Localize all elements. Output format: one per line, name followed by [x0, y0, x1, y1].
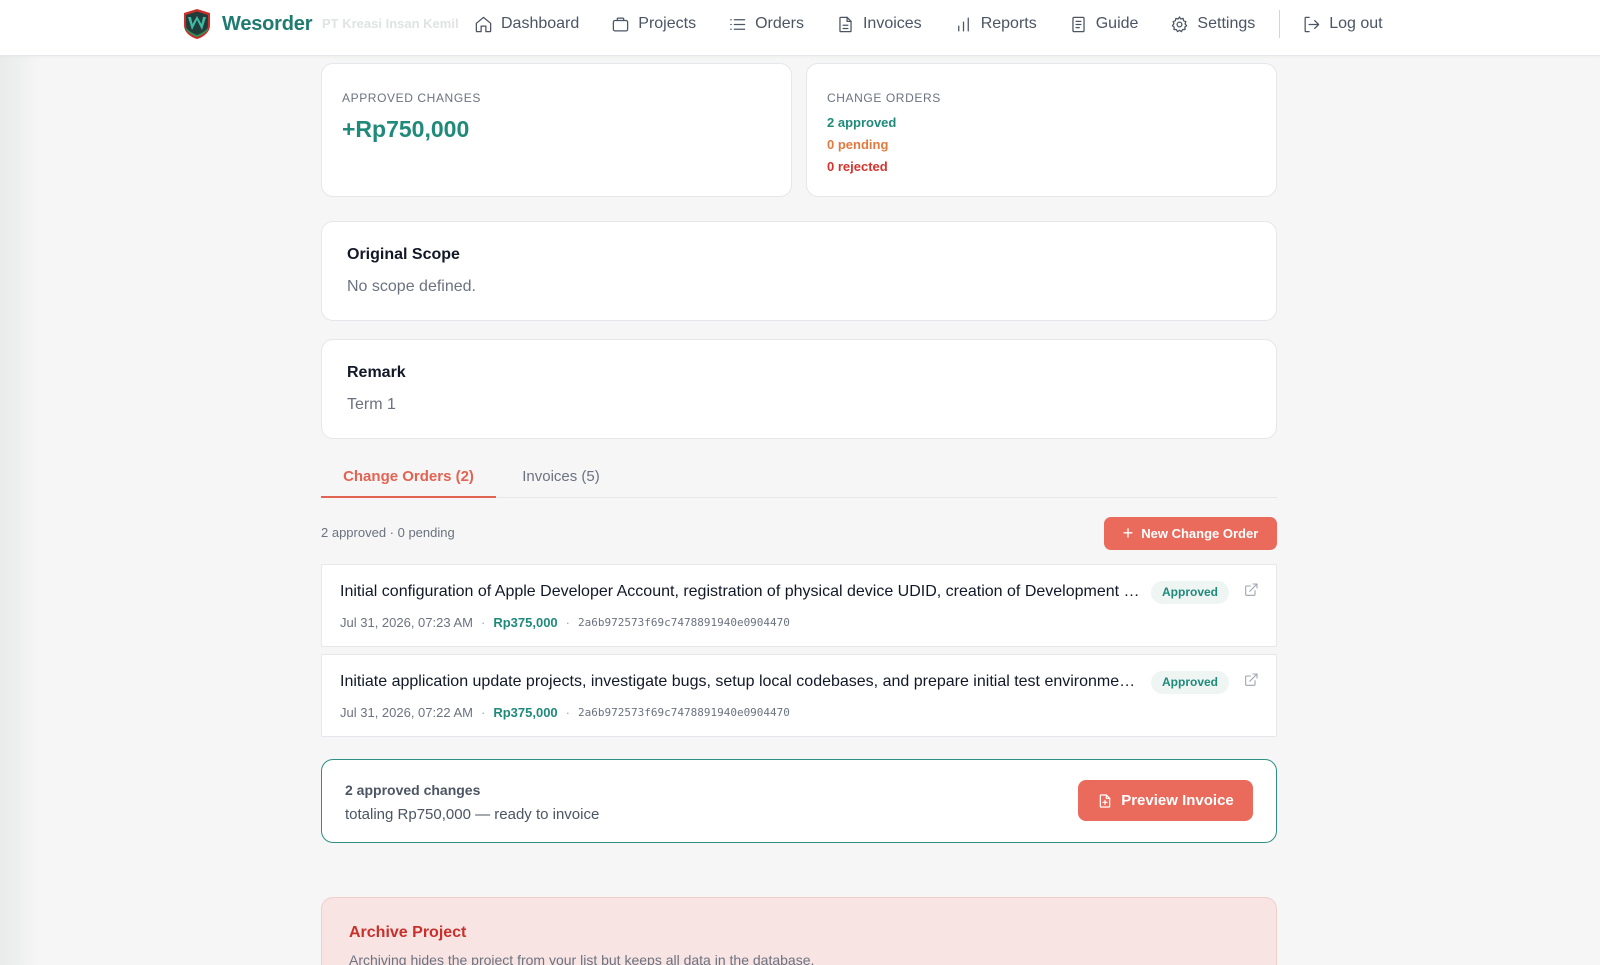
list-icon: [730, 18, 746, 30]
status-badge: Approved: [1151, 581, 1230, 604]
separator-dot: ·: [565, 705, 570, 720]
status-badge: Approved: [1151, 671, 1230, 694]
nav-dashboard[interactable]: Dashboard: [474, 15, 579, 34]
remark-card: Remark Term 1: [321, 339, 1277, 439]
document-icon: [839, 16, 852, 32]
organization-name: PT Kreasi Insan Kemil: [322, 16, 459, 31]
separator-dot: ·: [480, 615, 486, 630]
archive-project-panel: Archive Project Archiving hides the proj…: [321, 897, 1277, 965]
change-order-amount: Rp375,000: [493, 615, 558, 630]
change-orders-card: CHANGE ORDERS 2 approved 0 pending 0 rej…: [806, 63, 1277, 197]
change-order-meta: Jul 31, 2026, 07:23 AM · Rp375,000 · 2a6…: [340, 615, 790, 630]
preview-invoice-label: Preview Invoice: [1121, 792, 1234, 809]
approved-changes-label: APPROVED CHANGES: [342, 91, 481, 105]
plus-icon: +: [1122, 522, 1134, 543]
nav-reports[interactable]: Reports: [954, 15, 1037, 34]
change-order-amount: Rp375,000: [493, 705, 558, 720]
change-orders-summary: 2 approved · 0 pending: [321, 525, 455, 540]
change-order-meta: Jul 31, 2026, 07:22 AM · Rp375,000 · 2a6…: [340, 705, 790, 720]
briefcase-icon: [613, 17, 629, 31]
nav-guide[interactable]: Guide: [1069, 15, 1139, 34]
main-nav: Dashboard Projects Orders Invoices Repor…: [474, 10, 1415, 38]
tab-change-orders[interactable]: Change Orders (2): [321, 452, 496, 498]
remark-title: Remark: [347, 364, 406, 381]
change-order-title: Initiate application update projects, in…: [340, 673, 1140, 690]
home-icon: [475, 16, 492, 32]
approved-changes-count: 2 approved changes: [345, 782, 481, 798]
document-plus-icon: [1099, 793, 1111, 808]
nav-reports-label: Reports: [980, 15, 1037, 32]
nav-projects[interactable]: Projects: [611, 15, 696, 34]
change-order-title: Initial configuration of Apple Developer…: [340, 583, 1140, 600]
logout-button[interactable]: Log out: [1302, 15, 1383, 34]
nav-projects-label: Projects: [638, 15, 697, 32]
top-navbar: Wesorder PT Kreasi Insan Kemil Dashboard…: [0, 0, 1600, 56]
preview-invoice-button[interactable]: Preview Invoice: [1078, 780, 1253, 821]
external-link-icon[interactable]: [1243, 672, 1259, 688]
nav-invoices[interactable]: Invoices: [836, 15, 922, 34]
remark-text: Term 1: [347, 396, 396, 413]
approved-count: 2 approved: [827, 115, 897, 130]
project-tabs: Change Orders (2) Invoices (5): [321, 452, 1277, 498]
original-scope-text: No scope defined.: [347, 278, 476, 295]
bar-chart-icon: [957, 17, 969, 31]
archive-project-text: Archiving hides the project from your li…: [349, 952, 815, 965]
separator-dot: ·: [480, 705, 486, 720]
brand[interactable]: Wesorder: [182, 8, 312, 40]
tab-invoices[interactable]: Invoices (5): [496, 452, 626, 498]
change-orders-label: CHANGE ORDERS: [827, 91, 941, 105]
change-order-row[interactable]: Initiate application update projects, in…: [321, 654, 1277, 737]
nav-orders[interactable]: Orders: [728, 15, 804, 34]
logout-icon: [1304, 16, 1320, 32]
nav-settings[interactable]: Settings: [1170, 15, 1255, 34]
nav-divider: [1279, 10, 1281, 38]
approved-changes-card: APPROVED CHANGES +Rp750,000: [321, 63, 792, 197]
change-order-row[interactable]: Initial configuration of Apple Developer…: [321, 564, 1277, 647]
ready-to-invoice-panel: 2 approved changes totaling Rp750,000 — …: [321, 759, 1277, 843]
change-order-hash: 2a6b972573f69c7478891940e0904470: [578, 706, 790, 719]
wesorder-logo-icon: [184, 9, 210, 39]
new-change-order-button[interactable]: + New Change Order: [1104, 517, 1277, 550]
external-link-icon[interactable]: [1243, 582, 1259, 598]
new-change-order-label: New Change Order: [1141, 526, 1259, 541]
original-scope-title: Original Scope: [347, 246, 460, 263]
nav-orders-label: Orders: [755, 15, 804, 32]
nav-dashboard-label: Dashboard: [501, 15, 580, 32]
rejected-count: 0 rejected: [827, 159, 888, 174]
nav-settings-label: Settings: [1197, 15, 1256, 32]
approved-changes-total: totaling Rp750,000 — ready to invoice: [345, 806, 600, 823]
archive-project-title: Archive Project: [349, 924, 467, 941]
gear-icon: [1172, 15, 1188, 32]
separator-dot: ·: [565, 615, 570, 630]
change-order-hash: 2a6b972573f69c7478891940e0904470: [578, 616, 790, 629]
book-icon: [1072, 16, 1085, 32]
logout-label: Log out: [1329, 15, 1383, 32]
change-order-date: Jul 31, 2026, 07:22 AM: [340, 705, 473, 720]
approved-changes-value: +Rp750,000: [342, 116, 470, 142]
pending-count: 0 pending: [827, 137, 889, 152]
nav-guide-label: Guide: [1095, 15, 1139, 32]
original-scope-card: Original Scope No scope defined.: [321, 221, 1277, 321]
nav-invoices-label: Invoices: [862, 15, 922, 32]
page-left-shade: [0, 0, 40, 965]
change-order-date: Jul 31, 2026, 07:23 AM: [340, 615, 473, 630]
brand-name: Wesorder: [222, 12, 313, 35]
